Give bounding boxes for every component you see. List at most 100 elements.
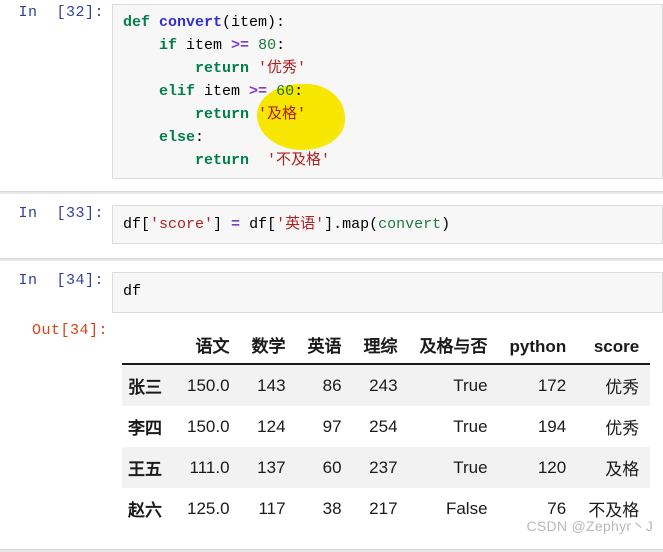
- csdn-watermark: CSDN @Zephyr丶J: [526, 518, 653, 534]
- dataframe-cell: 150.0: [187, 375, 230, 395]
- code-token-fn: convert: [159, 14, 223, 31]
- notebook-cell-32[interactable]: In [32]: def convert(item): if item >= 8…: [0, 0, 663, 179]
- dataframe-cell: 137: [257, 457, 286, 477]
- code-line: return '及格': [123, 103, 654, 126]
- dataframe-row-index: 王五: [128, 460, 162, 479]
- code-token-punct: :: [294, 83, 304, 100]
- code-token-str: '优秀': [258, 60, 307, 77]
- in-prompt-34: In [34]:: [18, 272, 104, 289]
- out-prompt-34: Out[34]:: [31, 322, 108, 339]
- code-editor-33[interactable]: df['score'] = df['英语'].map(convert): [112, 205, 663, 244]
- cell-output-34: Out[34]: 语文 数学 英语 理综 及格与否 python score 张三 150.0…: [0, 322, 663, 529]
- code-token-punct: :: [195, 129, 205, 146]
- dataframe-cell: 38: [322, 498, 342, 518]
- dataframe-cell: 120: [537, 457, 567, 477]
- code-editor-32[interactable]: def convert(item): if item >= 80: return…: [112, 4, 663, 179]
- dataframe-column-header: 及格与否: [408, 324, 499, 365]
- dataframe-cell: 优秀: [605, 419, 640, 438]
- code-token-name: item: [186, 37, 232, 54]
- code-token-kw: return: [195, 106, 259, 123]
- code-token-num: 60: [276, 83, 295, 100]
- code-token-str: 'score': [150, 216, 214, 233]
- code-token-str: '不及格': [258, 152, 331, 169]
- code-token-str: '英语': [276, 216, 325, 233]
- dataframe-row: 李四 150.0 124 97 254 True 194 优秀: [122, 406, 651, 447]
- dataframe-row-index: 李四: [128, 419, 162, 438]
- code-token-num: 80: [258, 37, 277, 54]
- code-token-name: df: [123, 283, 142, 300]
- code-token-name: df[: [240, 216, 277, 233]
- code-token-kw: if: [159, 37, 187, 54]
- dataframe-header-row: 语文 数学 英语 理综 及格与否 python score: [122, 324, 651, 365]
- code-line: return '优秀': [123, 57, 654, 80]
- dataframe-cell: 243: [369, 375, 398, 395]
- code-token-punct: ].: [324, 216, 343, 233]
- code-token-punct: (: [369, 216, 379, 233]
- dataframe-row: 张三 150.0 143 86 243 True 172 优秀: [122, 364, 651, 406]
- dataframe-table: 语文 数学 英语 理综 及格与否 python score 张三 150.0 143 86 243 T…: [122, 324, 651, 529]
- code-token-kw: elif: [159, 83, 205, 100]
- code-token-name: item: [204, 83, 250, 100]
- dataframe-cell: 125.0: [187, 498, 230, 518]
- code-token-name: [267, 83, 276, 100]
- code-token-name: [249, 37, 258, 54]
- code-token-op: >=: [249, 83, 268, 100]
- notebook-cell-33[interactable]: In [33]: df['score'] = df['英语'].map(conv…: [0, 194, 663, 244]
- dataframe-cell: True: [453, 457, 488, 477]
- code-line: elif item >= 60:: [123, 80, 654, 103]
- code-token-punct: ): [441, 216, 451, 233]
- dataframe-cell: True: [453, 375, 488, 395]
- dataframe-cell: False: [445, 498, 488, 518]
- dataframe-cell: 194: [537, 416, 567, 436]
- dataframe-corner-cell: [122, 324, 176, 365]
- dataframe-column-header: score: [577, 324, 651, 365]
- code-editor-34[interactable]: df: [112, 272, 663, 313]
- dataframe-column-header: 理综: [352, 324, 409, 365]
- dataframe-column-header: 英语: [296, 324, 353, 365]
- dataframe-row-index: 赵六: [128, 501, 162, 520]
- dataframe-cell: 优秀: [605, 378, 640, 397]
- code-token-kw: return: [195, 152, 259, 169]
- dataframe-column-header: 语文: [176, 324, 241, 365]
- dataframe-cell: 254: [369, 416, 398, 436]
- in-prompt-32: In [32]:: [18, 4, 104, 21]
- dataframe-cell: 143: [257, 375, 286, 395]
- code-token-punct: (item):: [222, 14, 286, 31]
- dataframe-row-index: 张三: [128, 378, 162, 397]
- dataframe-cell: 124: [257, 416, 286, 436]
- dataframe-cell: 60: [322, 457, 342, 477]
- in-prompt-33: In [33]:: [18, 205, 104, 222]
- dataframe-cell: 237: [369, 457, 398, 477]
- code-line: if item >= 80:: [123, 34, 654, 57]
- dataframe-column-header: python: [498, 324, 578, 365]
- code-line: else:: [123, 126, 654, 149]
- jupyter-notebook: In [32]: def convert(item): if item >= 8…: [0, 0, 663, 552]
- dataframe-column-header: 数学: [240, 324, 297, 365]
- dataframe-cell: 117: [258, 498, 286, 518]
- dataframe-row: 王五 111.0 137 60 237 True 120 及格: [122, 447, 651, 488]
- code-token-op: =: [231, 216, 241, 233]
- dataframe-output: 语文 数学 英语 理综 及格与否 python score 张三 150.0 143 86 243 T…: [112, 322, 663, 529]
- code-line: return '不及格': [123, 149, 654, 172]
- dataframe-cell: True: [453, 416, 488, 436]
- dataframe-cell: 及格: [605, 460, 640, 479]
- dataframe-cell: 111.0: [189, 457, 230, 477]
- dataframe-cell: 172: [537, 375, 567, 395]
- code-token-kw: else: [159, 129, 196, 146]
- code-line: def convert(item):: [123, 11, 654, 34]
- code-token-punct: ]: [213, 216, 232, 233]
- dataframe-body: 张三 150.0 143 86 243 True 172 优秀李四 150.0 124 97 254 T…: [122, 364, 651, 529]
- code-token-op: >=: [231, 37, 250, 54]
- dataframe-cell: 86: [322, 375, 342, 395]
- code-token-kw: return: [195, 60, 259, 77]
- dataframe-cell: 217: [369, 498, 398, 518]
- notebook-cell-34[interactable]: In [34]: df: [0, 261, 663, 313]
- dataframe-cell: 97: [322, 416, 342, 436]
- code-token-kw: def: [123, 14, 160, 31]
